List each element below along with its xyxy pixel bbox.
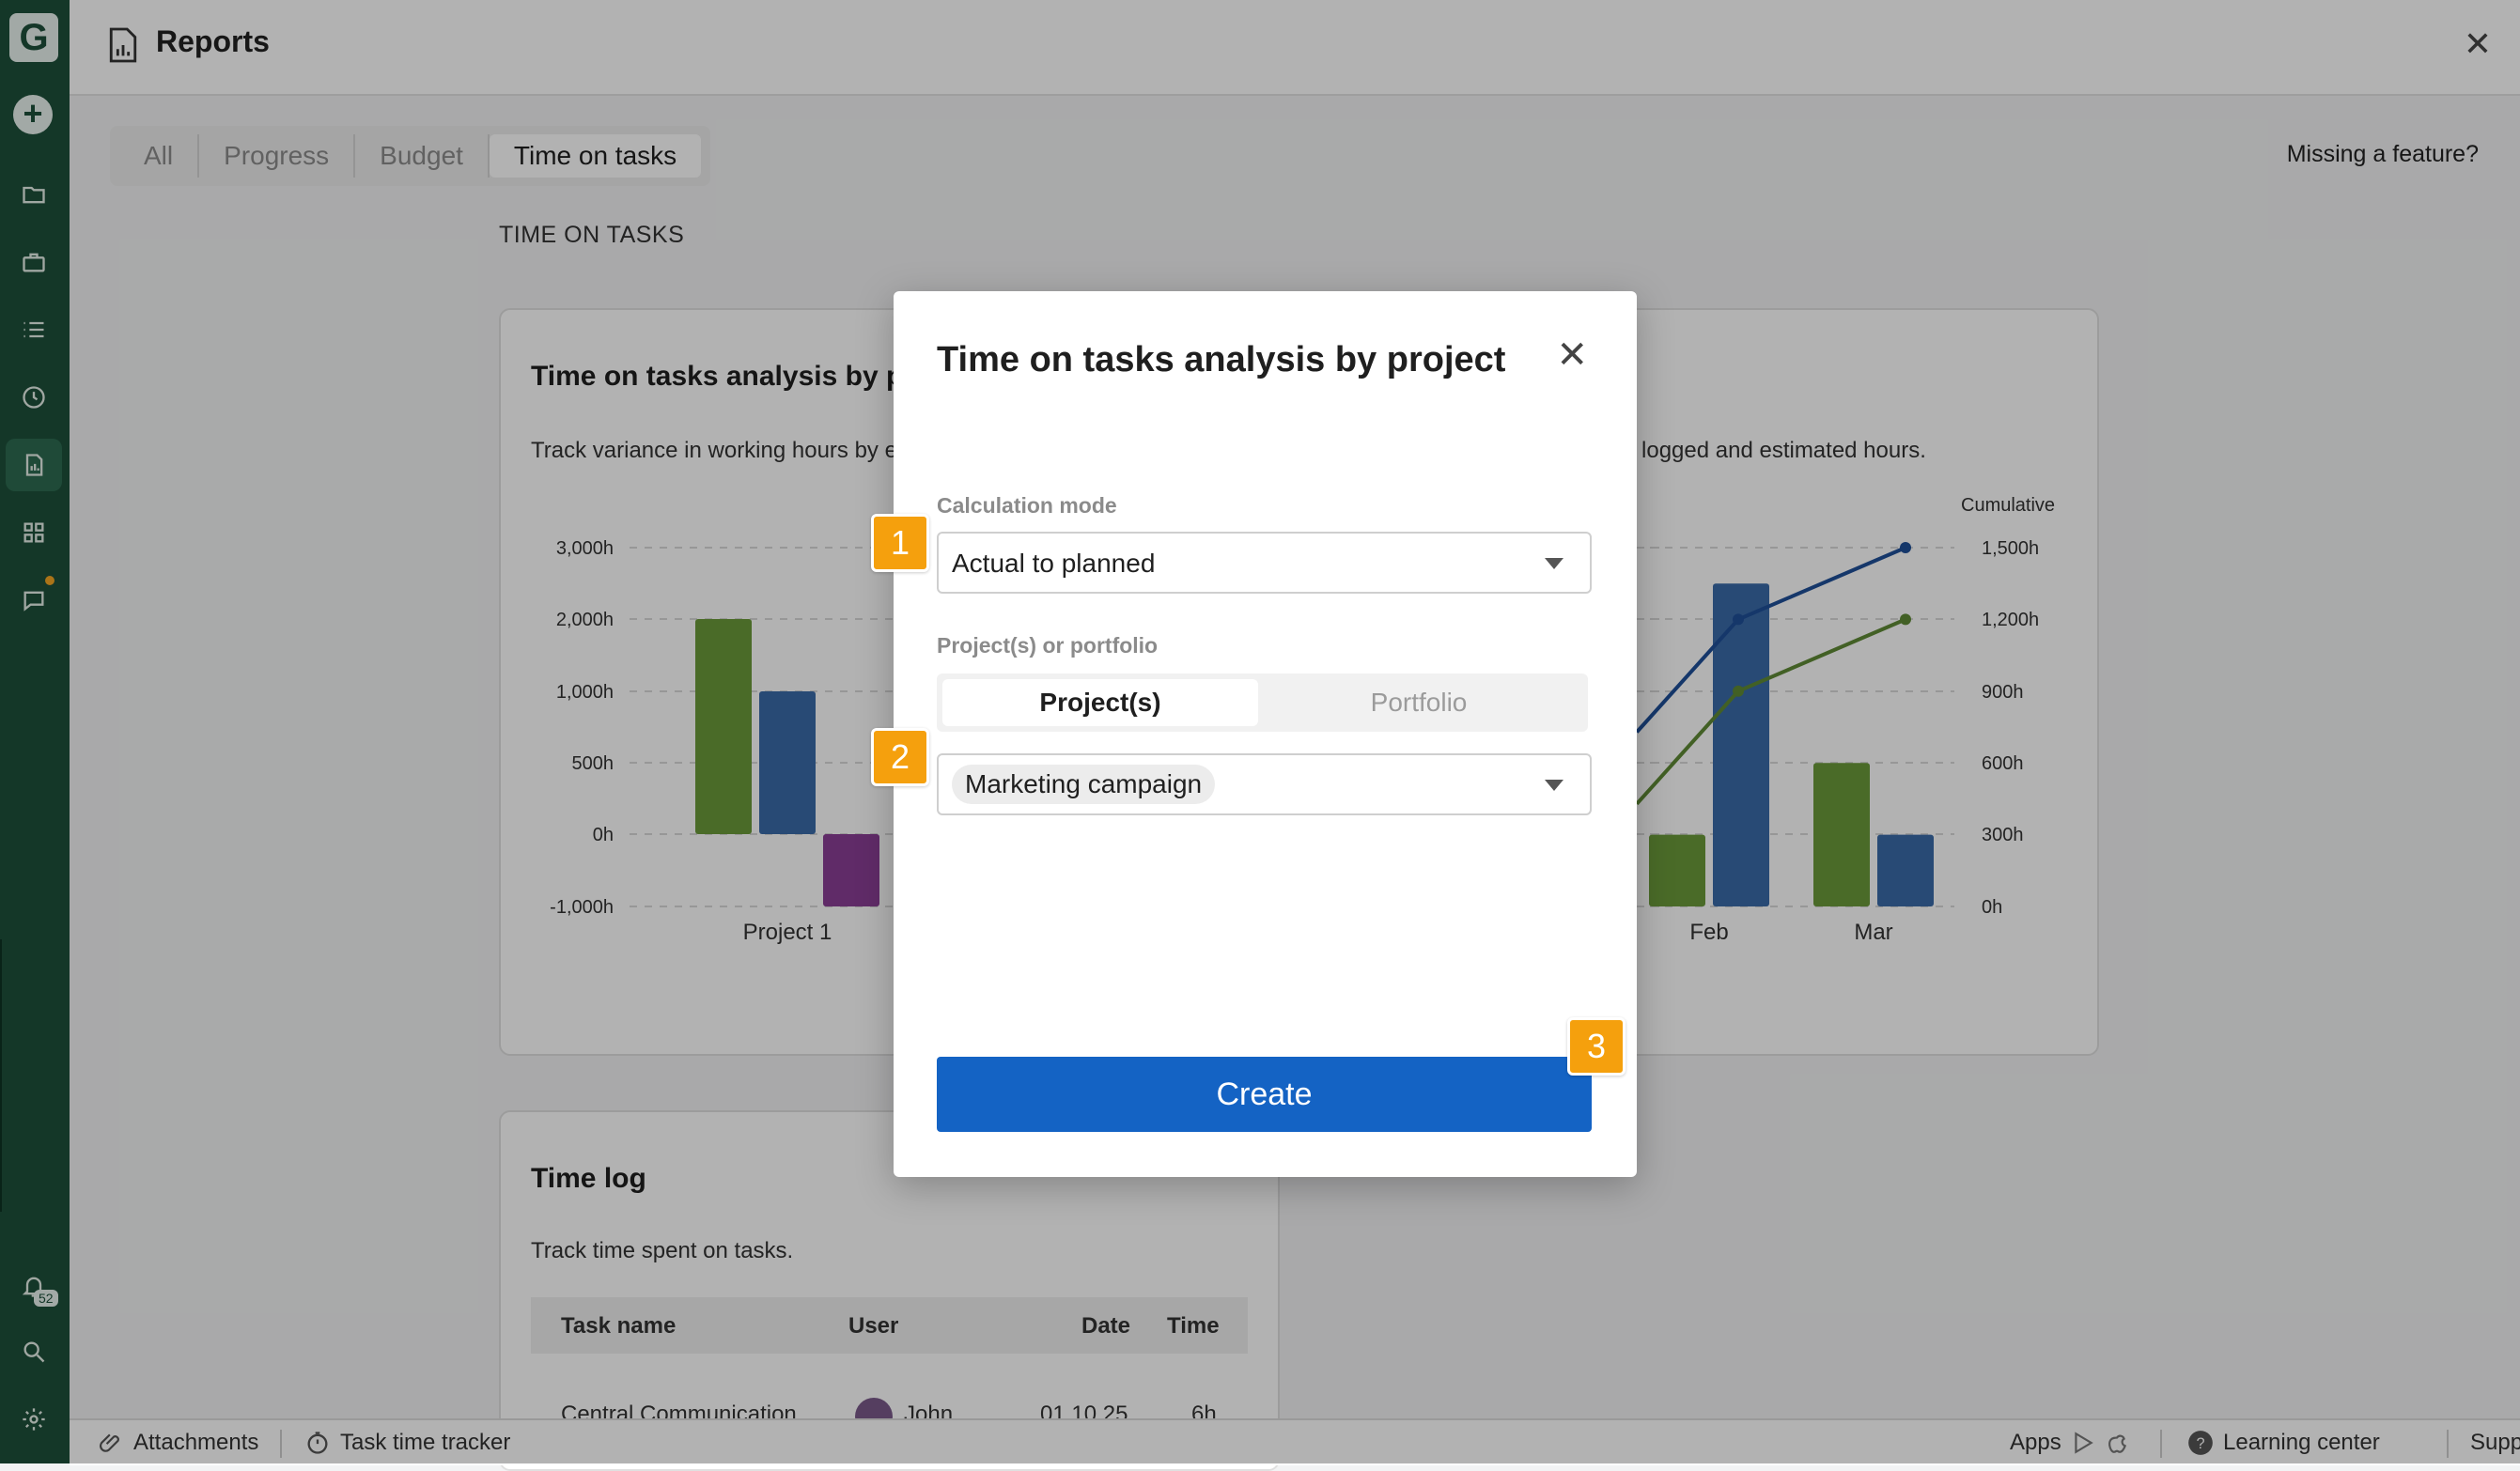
toggle-projects[interactable]: Project(s): [942, 679, 1258, 726]
chevron-down-icon: [1545, 780, 1563, 791]
chevron-down-icon: [1545, 558, 1563, 569]
step-marker-2: 2: [871, 728, 929, 786]
dialog-title: Time on tasks analysis by project: [937, 340, 1506, 379]
create-button[interactable]: Create: [937, 1057, 1592, 1132]
project-portfolio-label: Project(s) or portfolio: [937, 633, 1159, 658]
project-portfolio-toggle: Project(s) Portfolio: [937, 674, 1588, 732]
close-icon[interactable]: ✕: [1556, 336, 1588, 374]
create-report-dialog: Time on tasks analysis by project ✕ Calc…: [894, 291, 1637, 1177]
project-chip[interactable]: Marketing campaign: [952, 765, 1216, 804]
project-select[interactable]: Marketing campaign: [937, 753, 1592, 815]
calculation-mode-label: Calculation mode: [937, 493, 1117, 518]
step-marker-1: 1: [871, 514, 929, 572]
step-marker-3: 3: [1567, 1017, 1626, 1076]
toggle-portfolio[interactable]: Portfolio: [1261, 679, 1577, 726]
calculation-mode-value: Actual to planned: [952, 549, 1156, 578]
calculation-mode-select[interactable]: Actual to planned: [937, 532, 1592, 594]
